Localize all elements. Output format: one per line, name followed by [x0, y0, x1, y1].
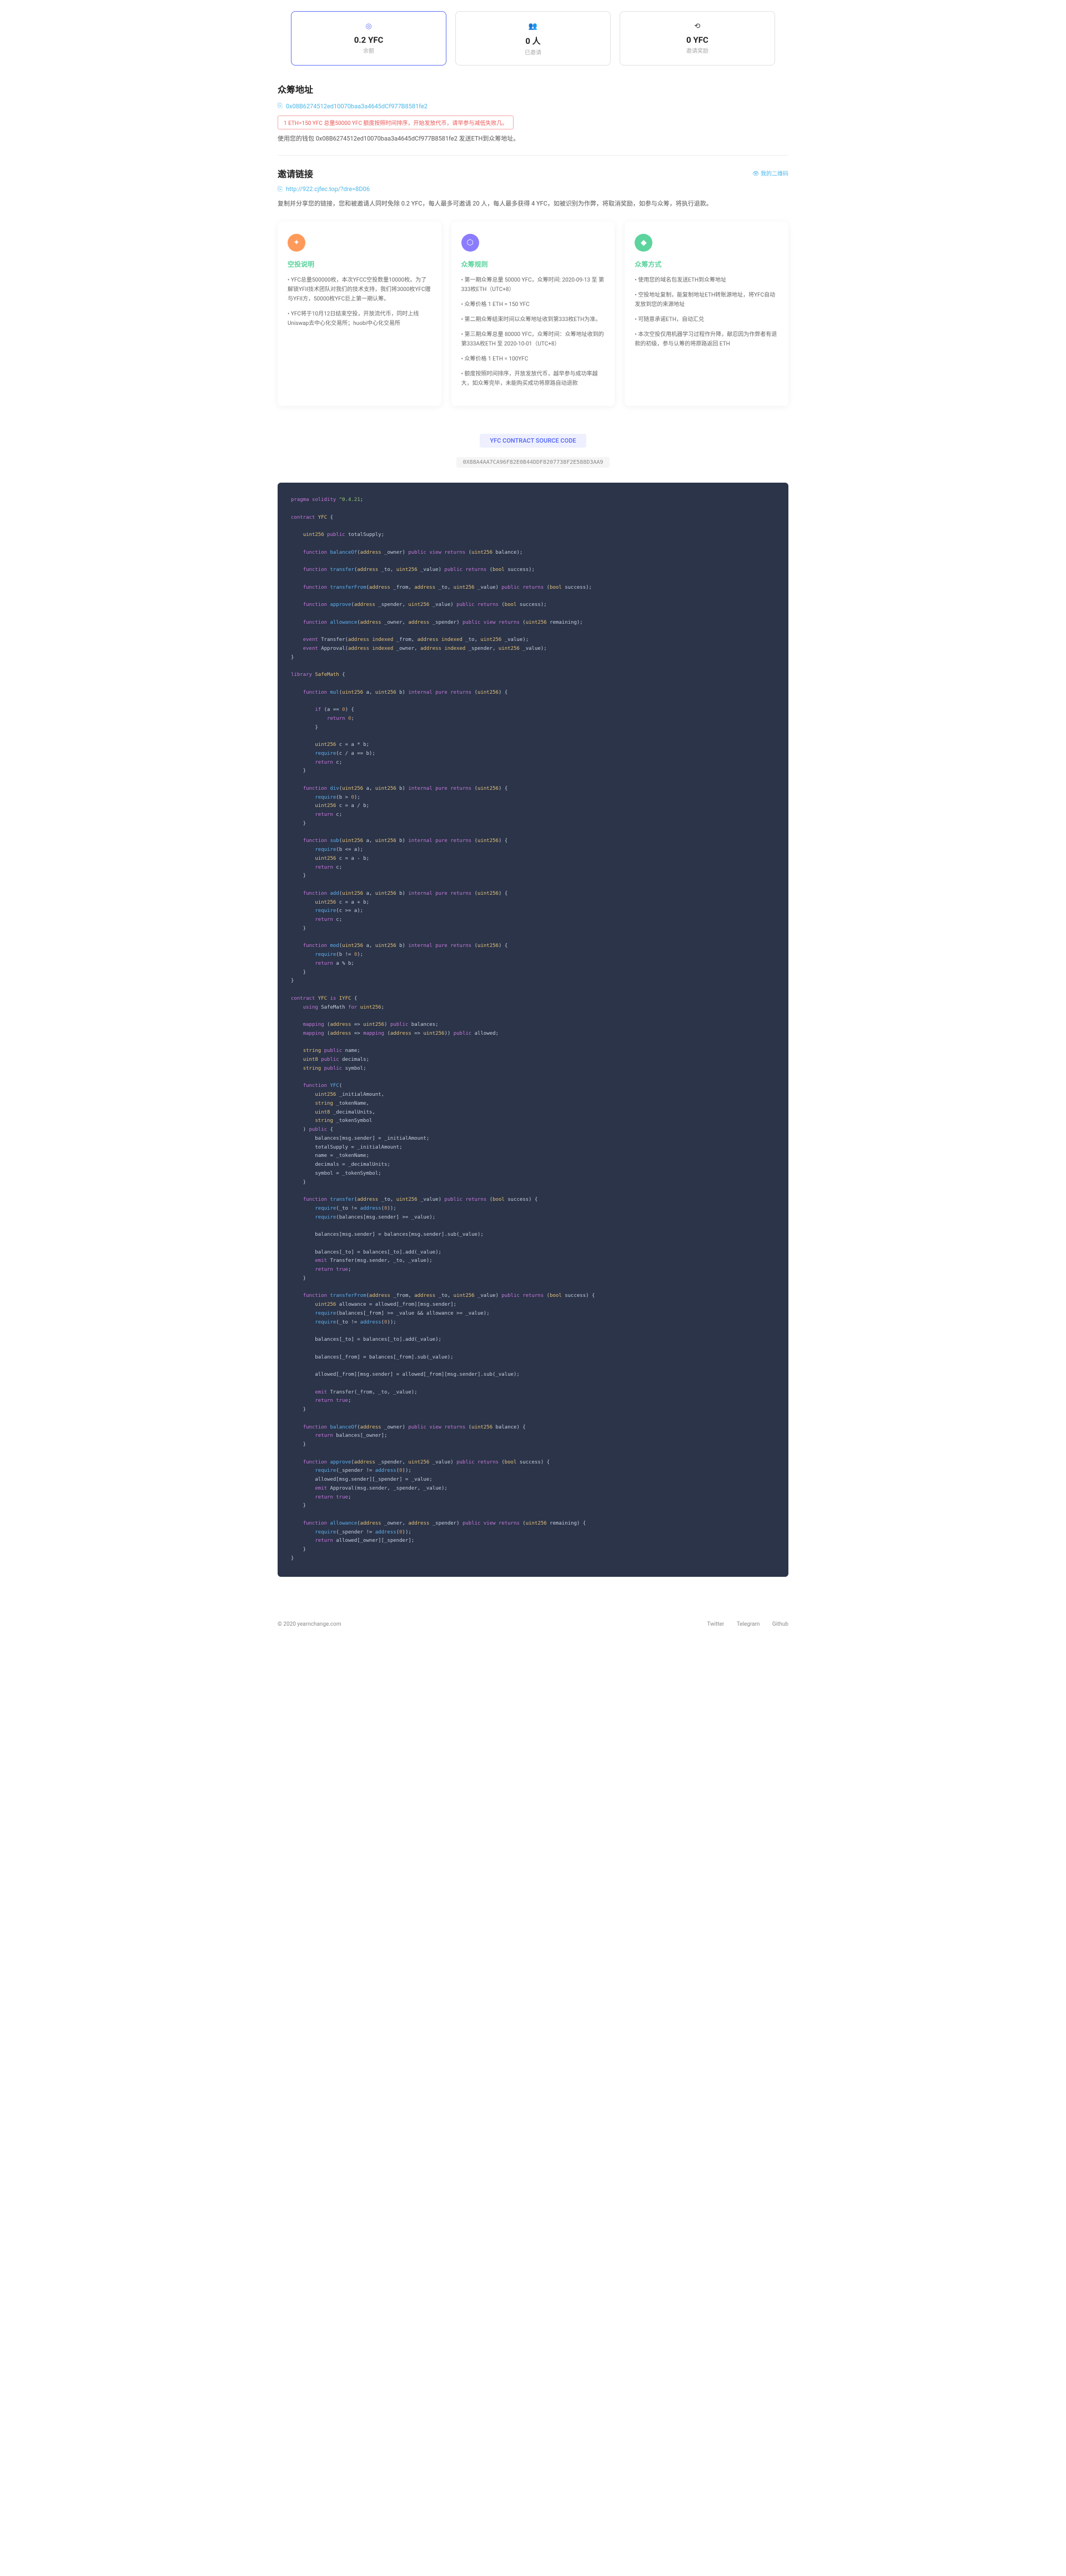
info-item: • 众筹价格 1 ETH = 150 YFC	[461, 300, 605, 309]
source-code: pragma solidity ^0.4.21; contract YFC { …	[278, 483, 788, 1577]
balance-icon: ◎	[363, 21, 374, 32]
reward-icon: ⟲	[692, 21, 703, 32]
stat-label: 已邀请	[465, 48, 601, 56]
info-card-icon: ◆	[635, 234, 652, 252]
contract-hash: 0X88A4AA7CA96F82E0B44DDF8207738F2E588D3A…	[278, 458, 788, 466]
info-item: • 额度按照时间排序，开放发放代币，越早参与成功率越大，如众筹完毕，未能购买成功…	[461, 369, 605, 388]
stats-row: ◎ 0.2 YFC 余额 👥 0 人 已邀请 ⟲ 0 YFC 邀请奖励	[278, 11, 788, 66]
invited-icon: 👥	[527, 21, 539, 32]
invite-desc: 复制并分享您的链接，您和被邀请人同时免除 0.2 YFC，每人最多可邀请 20 …	[278, 199, 788, 209]
info-card-icon: ✦	[288, 234, 305, 252]
info-item: • 第三期众筹总量 80000 YFC，众筹时间：众筹地址收到的第333A枚ET…	[461, 330, 605, 349]
crowdfund-warning: 1 ETH=150 YFC 总量50000 YFC 额度按照时间排序，开始发放代…	[278, 116, 514, 129]
info-card: ⬡ 众筹规则 • 第一期众筹总量 50000 YFC，众筹时间: 2020-09-1…	[451, 222, 615, 406]
stat-reward[interactable]: ⟲ 0 YFC 邀请奖励	[620, 11, 775, 66]
info-item: • YFC总量500000枚，本次YFCC空投数量10000枚。为了解锁YFII…	[288, 275, 431, 304]
stat-balance[interactable]: ◎ 0.2 YFC 余额	[291, 11, 446, 66]
info-item: • 第二期众筹结束时间以众筹地址收到第333枚ETH为准。	[461, 315, 605, 324]
invite-title: 邀请链接	[278, 167, 313, 180]
separator	[278, 155, 788, 156]
info-card-icon: ⬡	[461, 234, 479, 252]
info-card: ✦ 空投说明 • YFC总量500000枚，本次YFCC空投数量10000枚。为了解…	[278, 222, 441, 406]
stat-label: 邀请奖励	[629, 46, 766, 54]
stat-value: 0 人	[465, 35, 601, 47]
footer: © 2020 yearnchange.com Twitter Telegram …	[278, 1610, 788, 1638]
info-card-title: 空投说明	[288, 259, 431, 269]
info-item: • 使用您的域名包发送ETH到众筹地址	[635, 275, 778, 285]
info-item: • 第一期众筹总量 50000 YFC，众筹时间: 2020-09-13 至 第…	[461, 275, 605, 294]
footer-github[interactable]: Github	[772, 1621, 788, 1627]
info-item: • 可随意承诺ETH，自动汇兑	[635, 315, 778, 324]
footer-twitter[interactable]: Twitter	[707, 1621, 724, 1627]
info-item: • 空投地址复制，能复制地址ETH转账源地址，将YFC自动发放到您的来源地址	[635, 290, 778, 309]
footer-links: Twitter Telegram Github	[696, 1621, 788, 1627]
crowdfund-title: 众筹地址	[278, 82, 788, 96]
info-item: • YFC将于10月12日结束空投，开放流代币，同时上线Uniswap去中心化交…	[288, 309, 431, 328]
info-item: • 众筹价格 1 ETH = 100YFC	[461, 354, 605, 364]
info-item: • 本次空投仅用机器学习过程作升降，献忍因为作弊者有退款的初级，参与认筹的将原路…	[635, 330, 778, 349]
info-card-title: 众筹方式	[635, 259, 778, 269]
info-card-title: 众筹规则	[461, 259, 605, 269]
stat-invited[interactable]: 👥 0 人 已邀请	[455, 11, 611, 66]
info-card: ◆ 众筹方式 • 使用您的域名包发送ETH到众筹地址 • 空投地址复制，能复制地址ET…	[625, 222, 788, 406]
stat-value: 0 YFC	[629, 35, 766, 45]
footer-copyright: © 2020 yearnchange.com	[278, 1621, 341, 1627]
crowdfund-address[interactable]: 0x08B6274512ed10070baa3a4645dCf977B8581f…	[278, 102, 788, 110]
footer-telegram[interactable]: Telegram	[737, 1621, 760, 1627]
info-grid: ✦ 空投说明 • YFC总量500000枚，本次YFCC空投数量10000枚。为了解…	[278, 222, 788, 406]
stat-label: 余额	[300, 46, 437, 54]
crowdfund-desc: 使用您的钱包 0x08B6274512ed10070baa3a4645dCf97…	[278, 134, 788, 144]
code-title: YFC CONTRACT SOURCE CODE	[278, 434, 788, 448]
invite-link[interactable]: http://922.cjfec.top/?dre=8D06	[278, 186, 788, 193]
stat-value: 0.2 YFC	[300, 35, 437, 45]
qr-code-link[interactable]: 👁 我的二维码	[752, 169, 788, 177]
